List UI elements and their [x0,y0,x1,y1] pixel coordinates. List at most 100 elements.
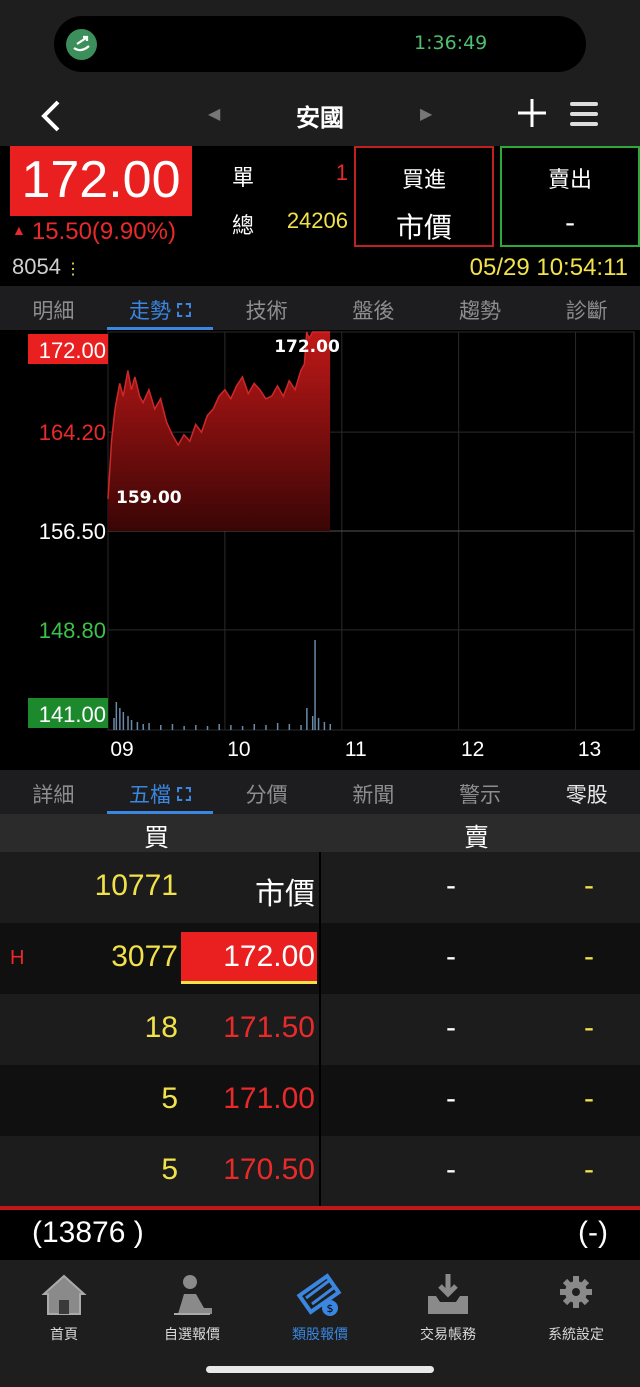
bid-price: 市價 [255,877,315,912]
nav-settings[interactable]: 系統設定 [512,1270,640,1344]
high-flag: H [10,947,25,969]
book-tabs: 詳細 五檔 分價 新聞 警示 零股 [0,770,640,814]
sell-button[interactable]: 賣出 - [500,146,640,247]
nav-trade-account-label: 交易帳務 [420,1327,476,1343]
tab-detail[interactable]: 詳細 [0,770,107,814]
ask-price: - [446,869,456,902]
x-tick-label: 13 [578,738,601,761]
nav-sector-quote-label: 類股報價 [292,1327,348,1343]
trade-account-icon [428,1274,468,1314]
ask-price: - [446,1153,456,1186]
buy-button[interactable]: 買進 市價 [354,146,494,247]
low-price-label: 159.00 [116,488,182,508]
nav-home-label: 首頁 [50,1327,78,1343]
ask-price: - [446,1011,456,1044]
bid-total: (13876 ) [32,1216,144,1249]
tab-odd-lots[interactable]: 零股 [533,770,640,814]
ask-quantity: - [584,940,594,973]
x-tick-label: 11 [345,738,367,761]
ask-quantity: - [584,869,594,902]
tab-news[interactable]: 新聞 [320,770,427,814]
total-volume-value: 24206 [286,208,348,233]
y-tick-label: 164.20 [39,420,106,445]
add-to-watchlist-plus-icon[interactable] [515,96,549,130]
buy-price-value: 市價 [395,211,452,244]
ask-total: (-) [578,1216,608,1249]
bid-quantity: 5 [161,1153,178,1186]
x-tick-label: 12 [461,738,484,761]
y-tick-label: 148.80 [39,618,106,643]
more-dots-icon: ⋮ [64,261,81,278]
navigation-bar: ◀ 安國 ▶ [0,90,640,146]
tab-five-levels[interactable]: 五檔 [106,770,214,814]
buy-header: 買 [144,823,170,852]
nav-home[interactable]: 首頁 [0,1270,128,1344]
home-indicator [206,1366,434,1373]
stock-code[interactable]: 8054 ⋮ [12,254,81,280]
y-tick-label: 141.00 [39,702,106,727]
buy-button-label: 買進 [401,168,446,193]
ask-price: - [446,940,456,973]
ask-price: - [446,1082,456,1115]
intraday-chart-svg: 09 10 11 12 13 172.00 164.20 156.50 148.80 141.00… [28,331,635,761]
total-volume-label: 總 [232,214,255,239]
tab-price-distribution[interactable]: 分價 [213,770,320,814]
status-bar: 1:36:49 [0,0,640,90]
high-price-label: 172.00 [274,337,340,357]
sector-quote-icon: $ [296,1273,342,1316]
order-book-header: 買 賣 [0,814,640,852]
back-button[interactable] [36,94,66,138]
menu-icon[interactable] [568,98,600,130]
expand-icon[interactable] [177,303,191,317]
price-change-value: 15.50(9.90%) [31,218,176,245]
settings-icon [560,1276,592,1308]
bid-price: 170.50 [223,1153,315,1186]
dynamic-island: 1:36:49 [54,16,586,72]
tab-alerts[interactable]: 警示 [427,770,534,814]
chart-tabs: 明細 走勢 技術 盤後 趨勢 診斷 [0,286,640,330]
last-price-box: 172.00 [10,146,192,216]
bid-price: 171.00 [223,1082,315,1115]
tab-after-hours[interactable]: 盤後 [320,286,427,330]
tab-trend[interactable]: 走勢 [106,286,214,330]
tab-five-levels-label: 五檔 [129,783,171,807]
intraday-chart[interactable]: 09 10 11 12 13 172.00 164.20 156.50 148.80 141.00… [0,330,640,770]
stock-code-value: 8054 [12,254,61,279]
last-price: 172.00 [21,151,181,209]
tab-trend-label: 走勢 [129,299,171,323]
nav-settings-label: 系統設定 [548,1327,604,1343]
y-tick-label: 172.00 [39,338,106,363]
ask-quantity: - [584,1011,594,1044]
home-icon [41,1274,87,1315]
bid-price: 172.00 [223,940,315,973]
nav-trade-account[interactable]: 交易帳務 [384,1270,512,1344]
tab-details[interactable]: 明細 [0,286,107,330]
nav-watchlist-label: 自選報價 [164,1327,220,1343]
single-volume-label: 單 [232,166,255,191]
sell-header: 賣 [464,823,490,852]
quote-header: 172.00 ▲ 15.50(9.90%) 單 1 總 24206 買進 市價 賣… [0,146,640,286]
nav-watchlist[interactable]: 自選報價 [128,1270,256,1344]
order-book-totals: (13876 ) (-) [0,1210,640,1260]
bid-price: 171.50 [223,1011,315,1044]
ask-quantity: - [584,1082,594,1115]
next-stock-arrow-icon[interactable]: ▶ [420,104,432,123]
app-activity-icon [66,29,97,60]
watchlist-icon [174,1275,212,1315]
x-tick-label: 09 [110,738,133,761]
expand-icon[interactable] [177,787,191,801]
book-divider [319,852,321,1207]
svg-text:$: $ [327,1302,334,1315]
sell-price-value: - [564,206,576,239]
bid-quantity: 5 [161,1082,178,1115]
nav-sector-quote[interactable]: $ 類股報價 [256,1270,384,1344]
tab-tendency[interactable]: 趨勢 [427,286,534,330]
previous-stock-arrow-icon[interactable]: ◀ [208,104,220,123]
bid-quantity: 10771 [94,869,178,902]
status-time: 1:36:49 [414,32,488,54]
tab-technical[interactable]: 技術 [213,286,320,330]
stock-name-title: 安國 [296,104,344,132]
quote-datetime: 05/29 10:54:11 [469,254,628,281]
bid-quantity: 3077 [111,940,178,973]
tab-diagnosis[interactable]: 診斷 [533,286,640,330]
